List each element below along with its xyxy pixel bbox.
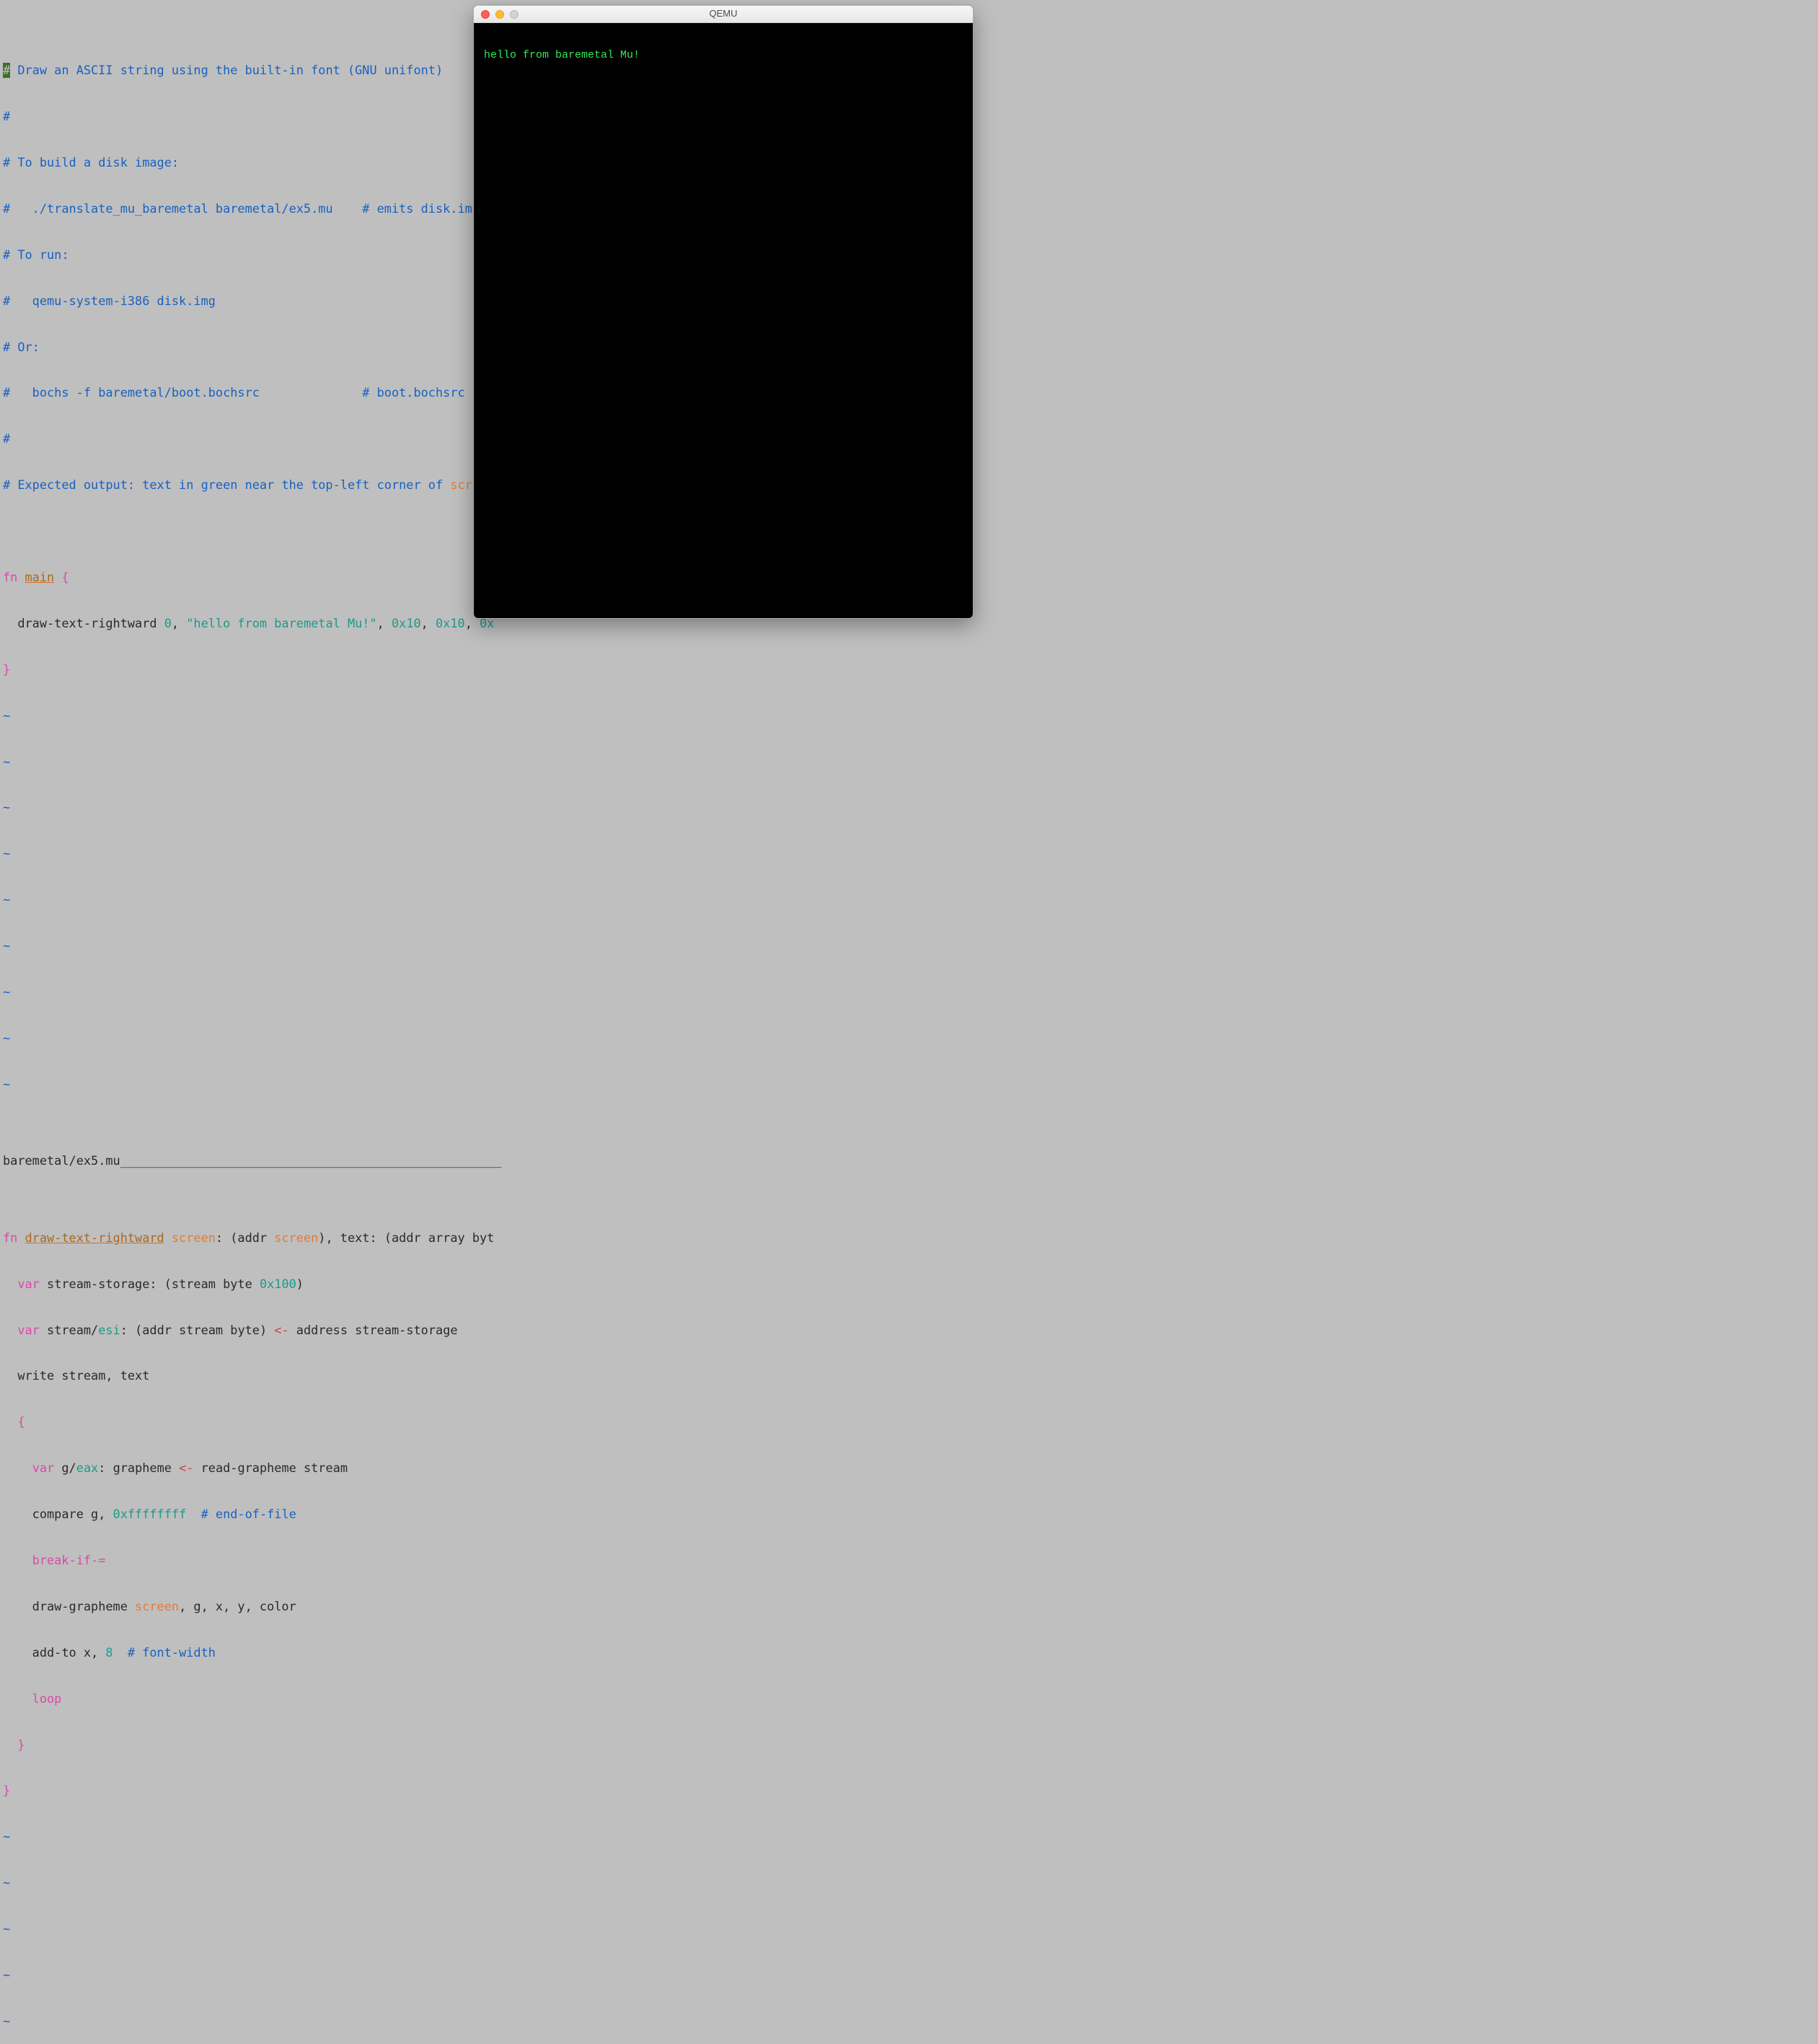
- qemu-titlebar[interactable]: QEMU: [474, 6, 973, 23]
- code-line: draw-grapheme screen, g, x, y, color: [3, 1599, 1815, 1614]
- tilde-line: ~: [3, 1031, 1815, 1046]
- tilde-line: ~: [3, 892, 1815, 907]
- code-line: }: [3, 662, 1815, 677]
- close-icon[interactable]: [481, 10, 490, 19]
- tilde-line: ~: [3, 846, 1815, 861]
- tilde-line: ~: [3, 1875, 1815, 1890]
- code-line: var g/eax: grapheme <- read-grapheme str…: [3, 1461, 1815, 1476]
- split-status-line: baremetal/ex5.mu________________________…: [3, 1153, 1815, 1168]
- tilde-line: ~: [3, 984, 1815, 1000]
- tilde-line: ~: [3, 1829, 1815, 1844]
- tilde-line: ~: [3, 938, 1815, 953]
- qemu-window[interactable]: QEMU hello from baremetal Mu!: [473, 5, 974, 619]
- tilde-line: ~: [3, 1077, 1815, 1092]
- window-title: QEMU: [474, 8, 973, 19]
- code-line: }: [3, 1737, 1815, 1753]
- qemu-display[interactable]: hello from baremetal Mu!: [474, 23, 973, 618]
- code-line: compare g, 0xffffffff # end-of-file: [3, 1507, 1815, 1522]
- window-controls: [474, 10, 519, 19]
- cursor: #: [3, 63, 10, 78]
- code-line: }: [3, 1783, 1815, 1798]
- tilde-line: ~: [3, 754, 1815, 770]
- code-line: {: [3, 1414, 1815, 1430]
- tilde-line: ~: [3, 1968, 1815, 1983]
- code-line: loop: [3, 1691, 1815, 1706]
- tilde-line: ~: [3, 2014, 1815, 2029]
- code-line: break-if-=: [3, 1553, 1815, 1568]
- code-line: var stream-storage: (stream byte 0x100): [3, 1277, 1815, 1292]
- tilde-line: ~: [3, 1921, 1815, 1937]
- code-line: fn draw-text-rightward screen: (addr scr…: [3, 1230, 1815, 1246]
- qemu-output-text: hello from baremetal Mu!: [484, 49, 640, 61]
- minimize-icon[interactable]: [495, 10, 504, 19]
- tilde-line: ~: [3, 708, 1815, 723]
- zoom-icon: [510, 10, 519, 19]
- code-line: write stream, text: [3, 1368, 1815, 1383]
- comment-text: Draw an ASCII string using the built-in …: [10, 63, 443, 77]
- code-line: add-to x, 8 # font-width: [3, 1645, 1815, 1660]
- code-line: var stream/esi: (addr stream byte) <- ad…: [3, 1323, 1815, 1338]
- tilde-line: ~: [3, 800, 1815, 815]
